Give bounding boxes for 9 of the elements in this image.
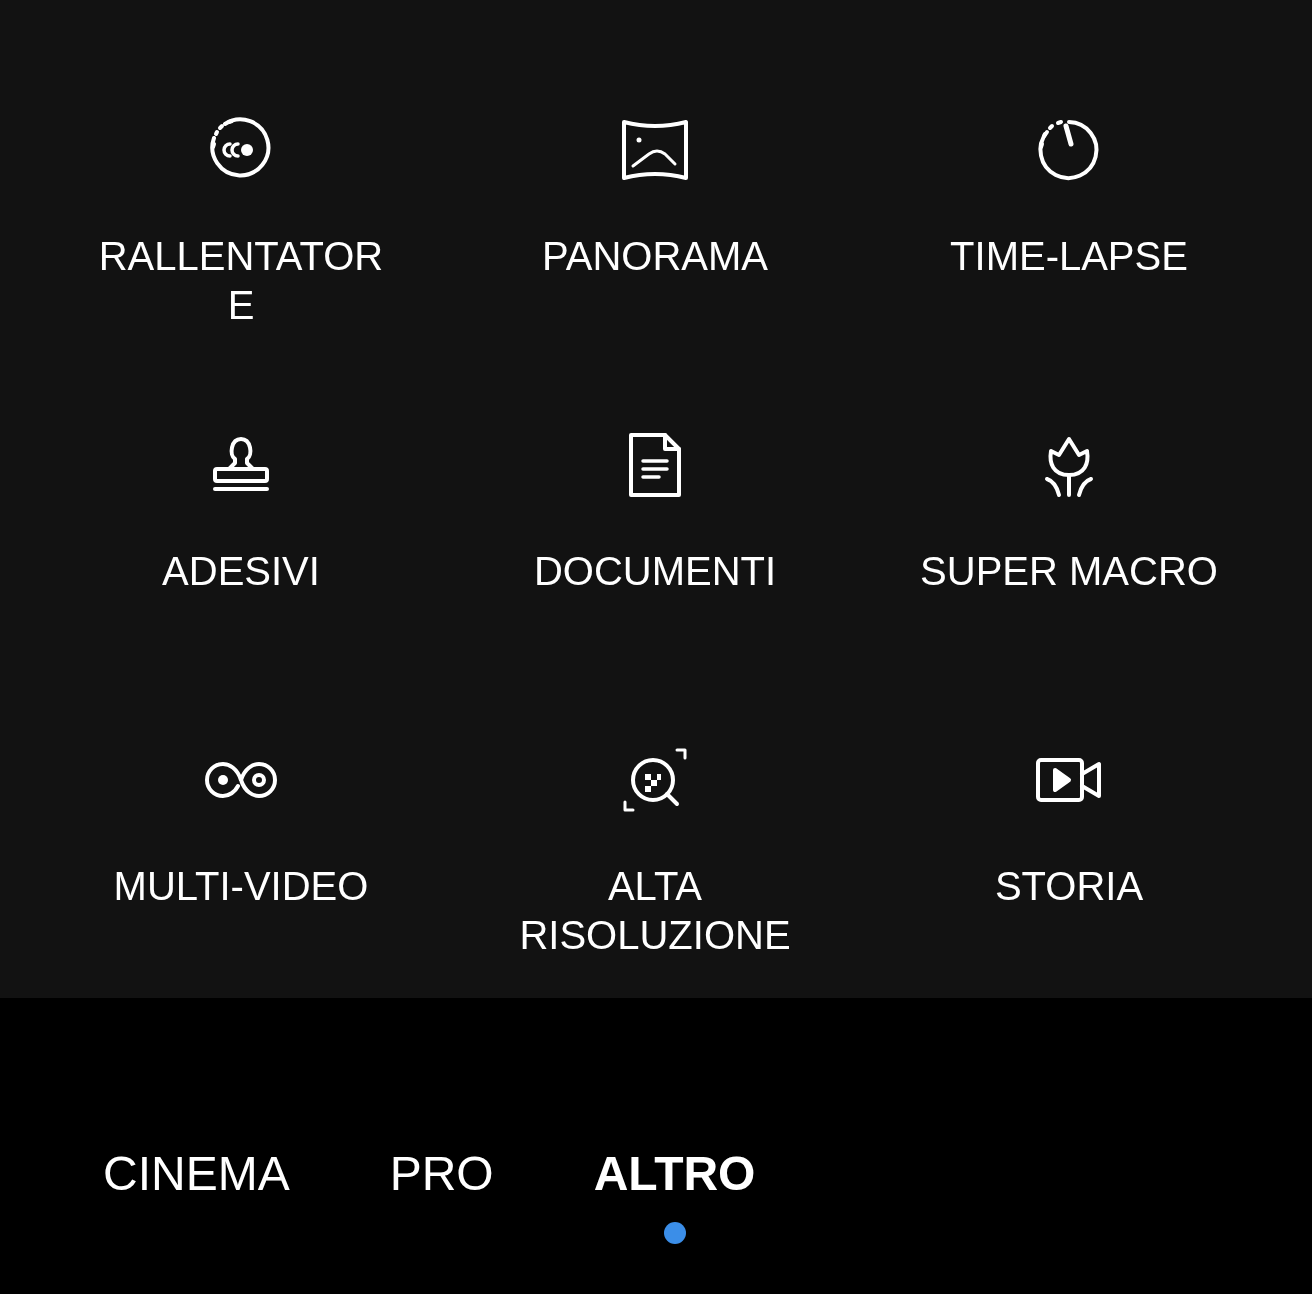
mode-tab[interactable]: PRO xyxy=(389,1146,494,1202)
mode-item[interactable]: STORIA xyxy=(862,630,1276,945)
mode-tab[interactable]: CINEMA xyxy=(103,1146,290,1202)
mode-tab[interactable]: ALTRO xyxy=(593,1146,756,1202)
mode-item[interactable]: TIME-LAPSE xyxy=(862,0,1276,315)
mode-item[interactable]: DOCUMENTI xyxy=(448,315,862,630)
mode-item[interactable]: SUPER MACRO xyxy=(862,315,1276,630)
mode-item[interactable]: PANORAMA xyxy=(448,0,862,315)
mode-item[interactable]: MULTI-VIDEO xyxy=(34,630,448,945)
